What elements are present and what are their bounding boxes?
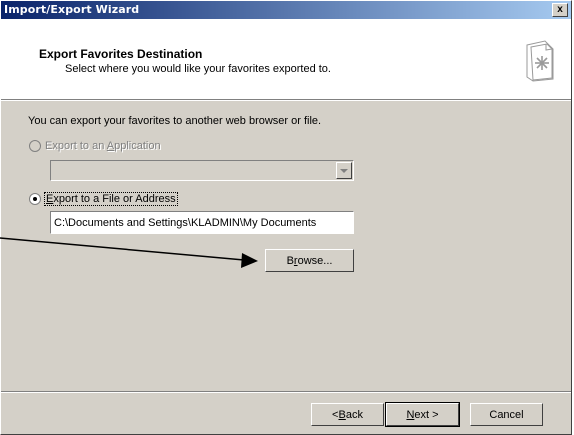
window-title: Import/Export Wizard (4, 3, 140, 16)
combo-dropdown-button (336, 162, 352, 179)
chevron-down-icon (340, 165, 348, 177)
header-divider (1, 100, 571, 101)
export-to-application-radio (29, 140, 41, 152)
close-icon: x (557, 4, 563, 15)
export-path-input[interactable] (50, 211, 354, 234)
export-to-application-label: Export to an Application (45, 140, 161, 152)
export-to-file-option[interactable]: Export to a File or Address (29, 192, 178, 206)
export-to-application-option: Export to an Application (29, 140, 161, 152)
wizard-header: Export Favorites Destination Select wher… (1, 19, 571, 100)
export-to-file-label[interactable]: Export to a File or Address (44, 192, 178, 206)
intro-text: You can export your favorites to another… (28, 115, 322, 127)
close-button[interactable]: x (552, 3, 568, 17)
application-select (50, 160, 354, 181)
page-subtitle: Select where you would like your favorit… (65, 63, 331, 75)
cancel-button[interactable]: Cancel (470, 403, 543, 426)
title-bar[interactable]: Import/Export Wizard x (1, 1, 571, 19)
favorites-page-icon (523, 39, 557, 86)
export-to-file-radio[interactable] (29, 193, 41, 205)
page-title: Export Favorites Destination (39, 47, 203, 61)
browse-button[interactable]: Br owse... (265, 249, 354, 272)
back-button[interactable]: < Back (311, 403, 384, 426)
wizard-window: Import/Export Wizard x Export Favorites … (0, 0, 572, 435)
next-button[interactable]: Next > (385, 402, 460, 427)
